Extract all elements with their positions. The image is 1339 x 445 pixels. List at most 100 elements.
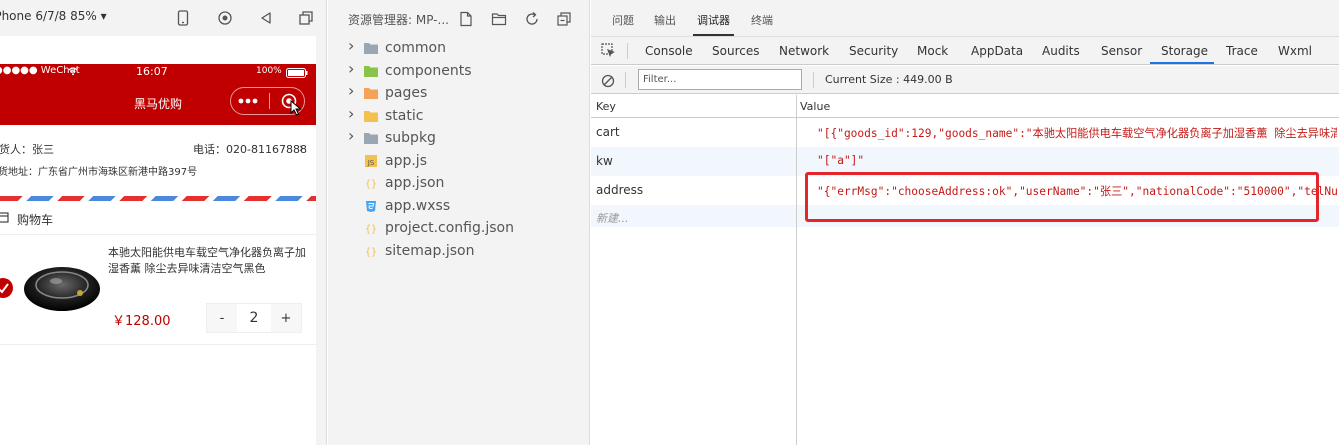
chevron-right-icon[interactable]: › bbox=[348, 59, 358, 78]
tree-item-components[interactable]: › components bbox=[328, 59, 590, 83]
row-key: kw bbox=[596, 154, 613, 168]
cart-title-text: 购物车 bbox=[17, 213, 54, 227]
receiver-address: 收货地址：广东省广州市海珠区新港中路397号 bbox=[0, 167, 198, 178]
tree-item-subpkg[interactable]: › subpkg bbox=[328, 126, 590, 150]
new-folder-icon[interactable] bbox=[491, 11, 507, 27]
storage-toolbar: Current Size : 449.00 B bbox=[591, 66, 1339, 94]
record-icon[interactable] bbox=[217, 10, 233, 26]
tab-audits[interactable]: Audits bbox=[1042, 44, 1080, 58]
json-file-icon: {} bbox=[364, 177, 378, 190]
row-value: "[{"goods_id":129,"goods_name":"本驰太阳能供电车… bbox=[817, 127, 1337, 140]
storage-row-address[interactable]: address "{"errMsg":"chooseAddress:ok","u… bbox=[591, 176, 1339, 205]
simulator-panel: iPhone 6/7/8 85% ▾ ●●●●● WeChat 16:07 10… bbox=[0, 0, 327, 445]
json-file-icon: {} bbox=[364, 222, 378, 235]
phone-status-bar: ●●●●● WeChat 16:07 100% bbox=[0, 64, 316, 81]
increase-button[interactable]: + bbox=[271, 304, 301, 332]
tab-mock[interactable]: Mock bbox=[917, 44, 948, 58]
battery-label: 100% bbox=[256, 66, 282, 76]
goods-item: 本驰太阳能供电车载空气净化器负离子加湿香薰 除尘去异味清洁空气黑色 ￥128.0… bbox=[0, 235, 316, 345]
svg-text:{}: {} bbox=[365, 179, 377, 189]
column-divider[interactable] bbox=[796, 95, 797, 445]
file-tree: › common › components › pages › static › subpkg JS… bbox=[328, 36, 590, 263]
tree-item-common[interactable]: › common bbox=[328, 36, 590, 60]
tab-wxml[interactable]: Wxml bbox=[1278, 44, 1312, 58]
goods-image[interactable] bbox=[22, 263, 102, 319]
cart-title-bar: 购物车 bbox=[0, 201, 316, 235]
column-key[interactable]: Key bbox=[596, 100, 616, 113]
quantity-stepper: - 2 + bbox=[206, 303, 302, 333]
svg-text:{}: {} bbox=[365, 224, 377, 234]
window-icon[interactable] bbox=[298, 10, 314, 26]
tree-item-project-config-json[interactable]: {} project.config.json bbox=[328, 217, 590, 240]
tree-item-pages[interactable]: › pages bbox=[328, 81, 590, 105]
new-file-icon[interactable] bbox=[458, 11, 474, 27]
device-selector[interactable]: iPhone 6/7/8 85% ▾ bbox=[0, 9, 107, 23]
tree-item-app-js[interactable]: JS app.js bbox=[328, 150, 590, 173]
explorer-header: 资源管理器: MP-... bbox=[328, 0, 590, 36]
tab-security[interactable]: Security bbox=[849, 44, 898, 58]
storage-row-kw[interactable]: kw "["a"]" bbox=[591, 147, 1339, 176]
folder-icon bbox=[364, 87, 378, 100]
tab-problems[interactable]: 问题 bbox=[612, 12, 634, 28]
inspect-element-icon[interactable] bbox=[601, 43, 616, 62]
tab-output[interactable]: 输出 bbox=[654, 12, 676, 28]
tree-item-app-json[interactable]: {} app.json bbox=[328, 172, 590, 195]
tree-item-label: app.json bbox=[385, 175, 445, 192]
status-time: 16:07 bbox=[136, 65, 168, 78]
tab-trace[interactable]: Trace bbox=[1226, 44, 1258, 58]
tree-item-static[interactable]: › static bbox=[328, 104, 590, 128]
wifi-icon bbox=[68, 66, 78, 79]
storage-grid-header: Key Value bbox=[591, 95, 1339, 118]
goods-checkbox-icon[interactable] bbox=[0, 277, 14, 303]
tab-sources[interactable]: Sources bbox=[712, 44, 759, 58]
chevron-right-icon[interactable]: › bbox=[348, 126, 358, 145]
phone-screen: ●●●●● WeChat 16:07 100% 黑马优购 货人：张三 电话：02… bbox=[0, 36, 316, 445]
explorer-title: 资源管理器: MP-... bbox=[348, 13, 449, 27]
new-item-placeholder[interactable]: 新建... bbox=[596, 210, 629, 226]
back-icon[interactable] bbox=[258, 10, 274, 26]
tab-debugger[interactable]: 调试器 bbox=[693, 12, 734, 36]
tab-console[interactable]: Console bbox=[645, 44, 693, 58]
decrease-button[interactable]: - bbox=[207, 304, 237, 332]
chevron-right-icon[interactable]: › bbox=[348, 81, 358, 100]
folder-icon bbox=[364, 132, 378, 145]
shop-icon bbox=[0, 211, 9, 226]
phone-icon[interactable] bbox=[175, 10, 191, 26]
phone-nav-bar: 黑马优购 bbox=[0, 81, 316, 125]
chevron-right-icon: › bbox=[299, 141, 304, 155]
bottom-panel-tabs: 问题 输出 调试器 终端 bbox=[591, 0, 1339, 37]
storage-row-cart[interactable]: cart "[{"goods_id":129,"goods_name":"本驰太… bbox=[591, 118, 1339, 147]
tab-terminal[interactable]: 终端 bbox=[751, 12, 773, 28]
column-value[interactable]: Value bbox=[800, 100, 830, 113]
svg-text:JS: JS bbox=[367, 159, 375, 167]
tree-item-label: subpkg bbox=[385, 130, 436, 147]
collapse-all-icon[interactable] bbox=[556, 11, 572, 27]
row-key: address bbox=[596, 183, 644, 197]
mouse-cursor-icon bbox=[290, 99, 302, 120]
clear-icon[interactable] bbox=[601, 73, 615, 92]
tab-appdata[interactable]: AppData bbox=[971, 44, 1023, 58]
battery-icon bbox=[286, 68, 308, 81]
devtools-tabs: Console Sources Network Security Mock Ap… bbox=[591, 37, 1339, 65]
tree-item-app-wxss[interactable]: app.wxss bbox=[328, 195, 590, 218]
row-key: cart bbox=[596, 125, 620, 139]
more-icon[interactable] bbox=[231, 98, 265, 104]
tab-storage[interactable]: Storage bbox=[1161, 44, 1208, 58]
refresh-icon[interactable] bbox=[524, 11, 540, 27]
css-file-icon bbox=[364, 200, 378, 212]
tab-sensor[interactable]: Sensor bbox=[1101, 44, 1142, 58]
tree-item-label: common bbox=[385, 40, 446, 57]
chevron-right-icon[interactable]: › bbox=[348, 36, 358, 55]
tree-item-sitemap-json[interactable]: {} sitemap.json bbox=[328, 240, 590, 263]
storage-row-new[interactable] bbox=[591, 205, 1339, 227]
active-tab-indicator bbox=[1150, 62, 1214, 64]
tab-network[interactable]: Network bbox=[779, 44, 829, 58]
address-box[interactable]: 收货人：张三 电话：020-81167888 › 收货地址：广东省广州市海珠区新… bbox=[0, 125, 316, 201]
tree-item-label: app.wxss bbox=[385, 197, 451, 214]
chevron-right-icon[interactable]: › bbox=[348, 104, 358, 123]
filter-input[interactable] bbox=[638, 69, 802, 90]
goods-name: 本驰太阳能供电车载空气净化器负离子加湿香薰 除尘去异味清洁空气黑色 bbox=[108, 246, 306, 275]
tree-item-label: static bbox=[385, 107, 424, 124]
tree-item-label: app.js bbox=[385, 152, 427, 169]
quantity-value[interactable]: 2 bbox=[237, 304, 271, 332]
